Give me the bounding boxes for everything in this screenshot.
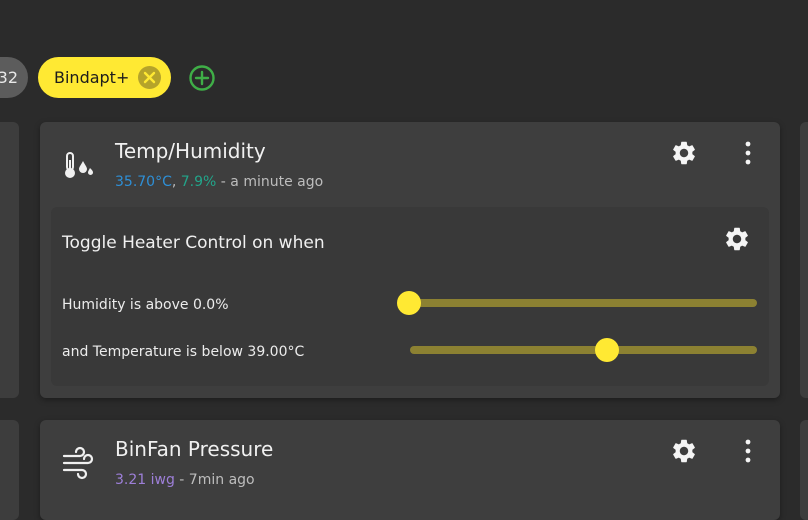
right-card-partial <box>800 122 808 398</box>
right-card-partial-2 <box>800 420 808 520</box>
rule-settings-gear-icon[interactable] <box>723 225 751 253</box>
humidity-threshold-slider[interactable] <box>398 299 757 307</box>
sensor-card-temp-humidity: Temp/Humidity 35.70°C, 7.9% - a minute a… <box>40 122 780 398</box>
wind-icon <box>62 446 96 480</box>
device-chip-bindapt[interactable]: Bindapt+ <box>38 57 171 98</box>
humidity-reading: 7.9% <box>180 174 217 190</box>
thermometer-droplets-icon <box>62 149 96 183</box>
card-readings: 3.21 iwg - 7min ago <box>115 472 255 488</box>
card-more-menu-icon[interactable] <box>743 438 753 464</box>
card-more-menu-icon[interactable] <box>743 140 753 166</box>
humidity-slider-thumb[interactable] <box>397 291 421 315</box>
reading-time: - 7min ago <box>174 472 255 488</box>
temperature-threshold-slider[interactable] <box>410 346 757 354</box>
card-settings-gear-icon[interactable] <box>670 437 698 465</box>
rule-title: Toggle Heater Control on when <box>62 233 325 253</box>
card-settings-gear-icon[interactable] <box>670 139 698 167</box>
card-title: Temp/Humidity <box>115 139 266 163</box>
sensor-card-binfan-pressure: BinFan Pressure 3.21 iwg - 7min ago <box>40 420 780 520</box>
left-card-partial <box>0 122 19 398</box>
humidity-condition-label: Humidity is above 0.0% <box>62 297 229 313</box>
temperature-reading: 35.70°C <box>115 174 172 190</box>
temperature-slider-thumb[interactable] <box>595 338 619 362</box>
chip-remove-icon[interactable] <box>138 66 161 89</box>
card-readings: 35.70°C, 7.9% - a minute ago <box>115 174 323 190</box>
add-device-icon[interactable] <box>188 64 216 92</box>
temperature-condition-label: and Temperature is below 39.00°C <box>62 344 305 360</box>
chip-label: Bindapt+ <box>54 68 130 87</box>
reading-time: - a minute ago <box>216 174 324 190</box>
pressure-reading: 3.21 iwg <box>115 472 175 488</box>
card-title: BinFan Pressure <box>115 437 274 461</box>
reading-separator: , <box>171 174 181 190</box>
left-card-partial-2 <box>0 420 19 520</box>
device-chip-partial[interactable]: 32 <box>0 57 28 98</box>
automation-rule: Toggle Heater Control on when Humidity i… <box>51 207 769 386</box>
